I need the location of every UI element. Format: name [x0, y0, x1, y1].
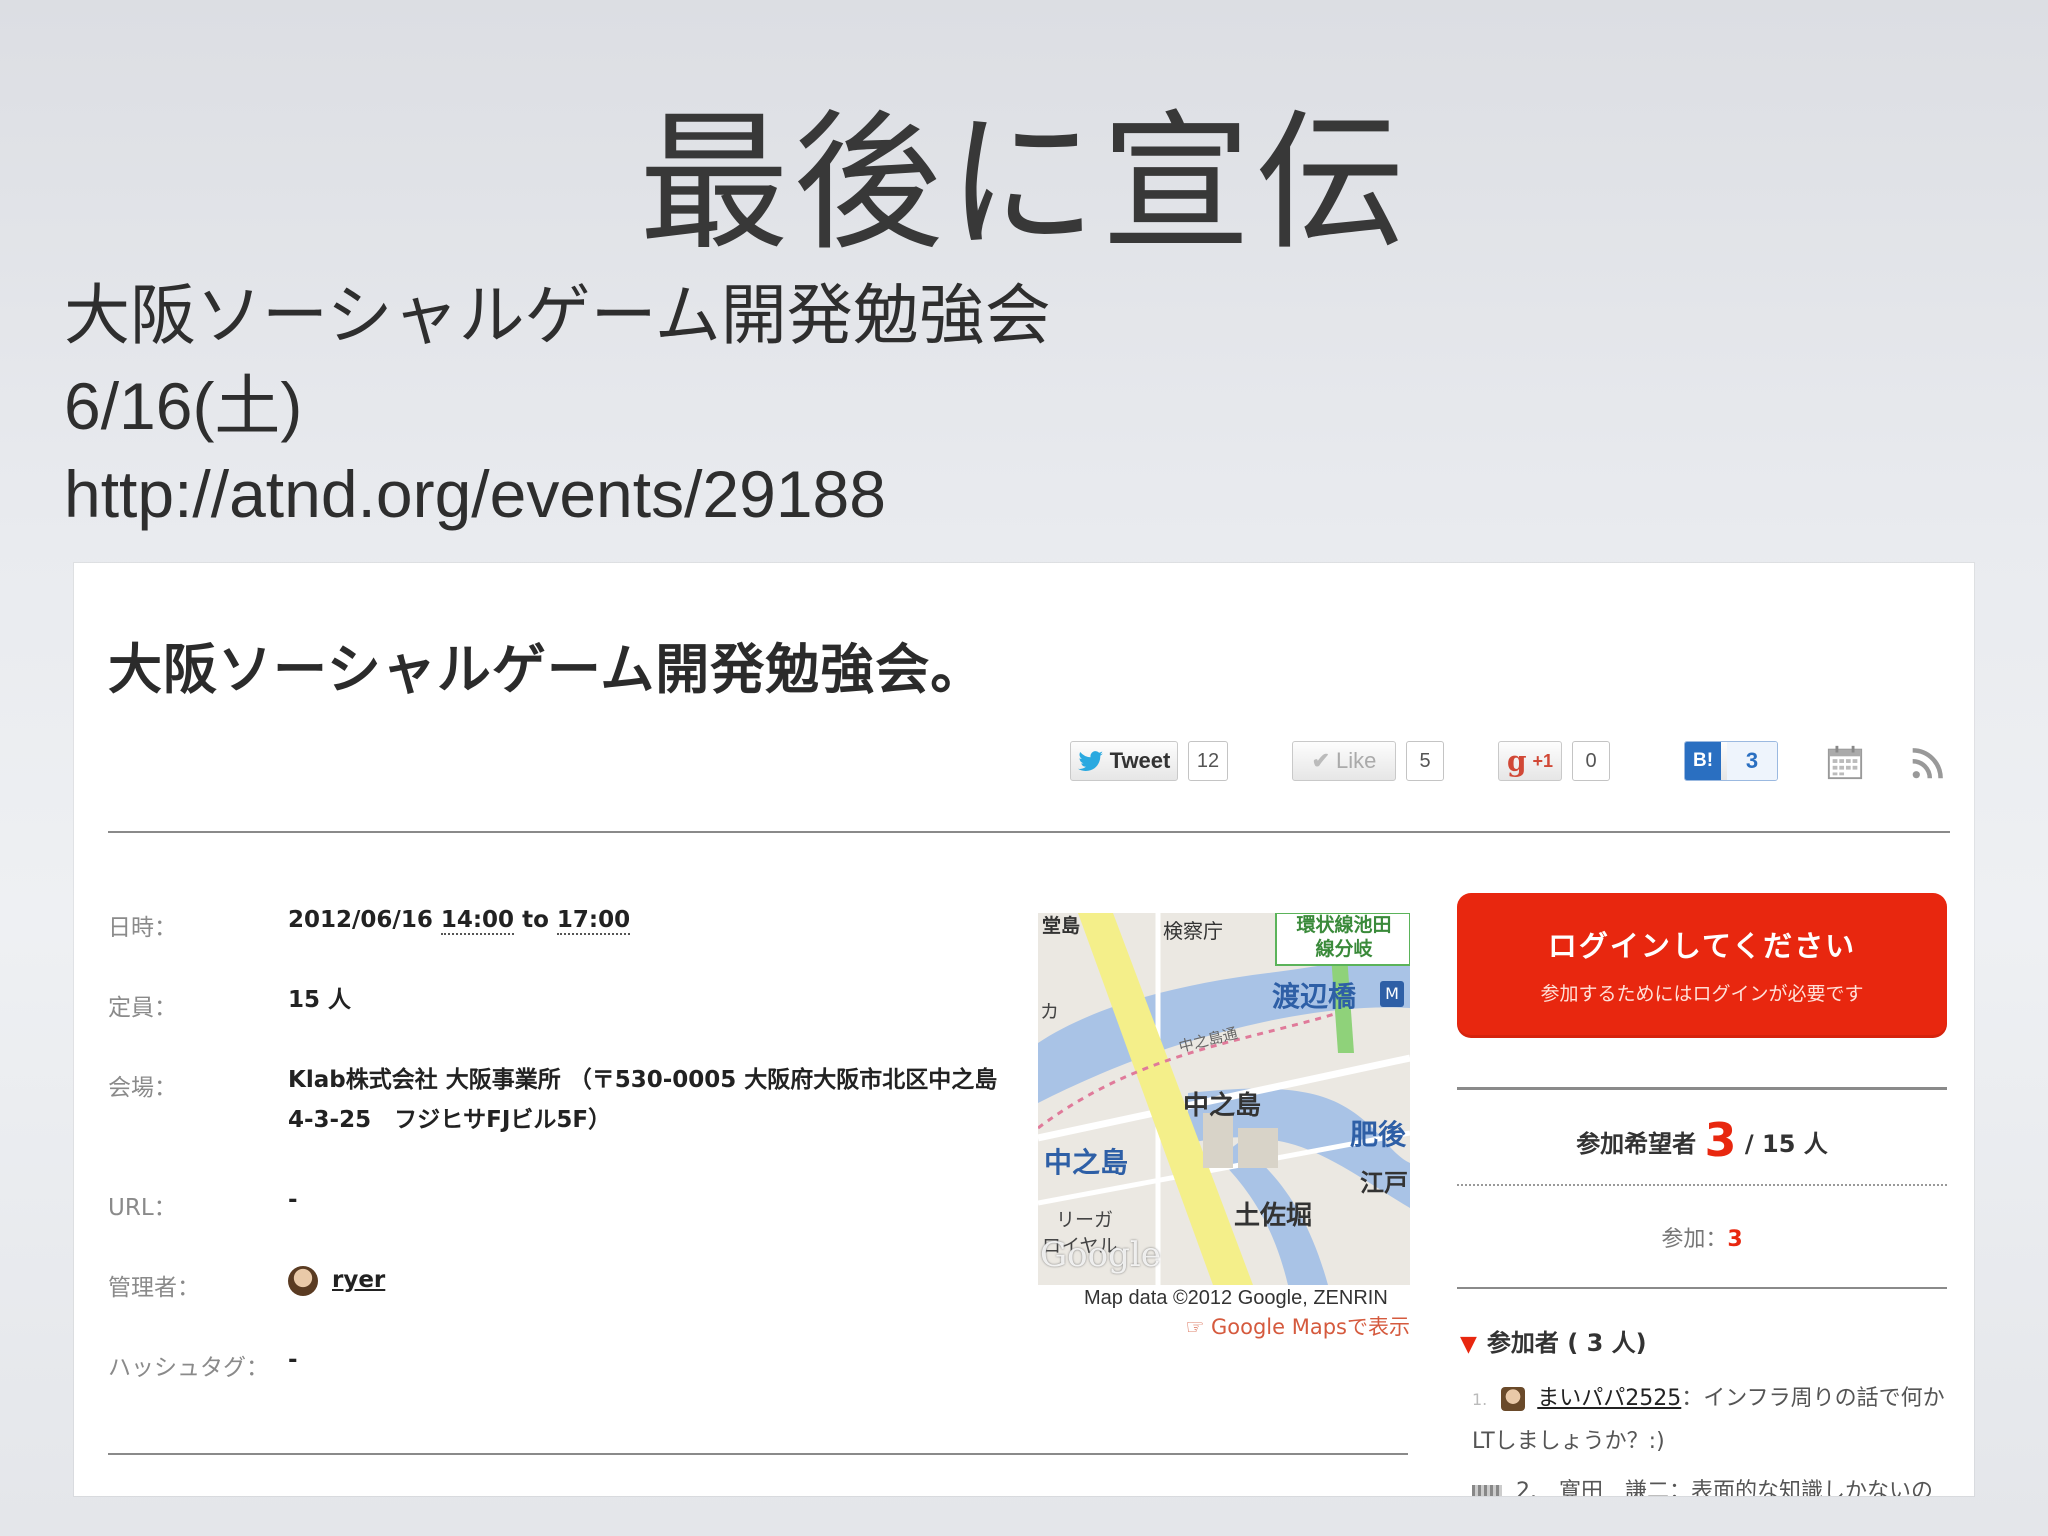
joined-count: 参加：3	[1457, 1221, 1947, 1253]
tweet-count: 12	[1188, 741, 1228, 781]
joined-label: 参加：	[1661, 1227, 1728, 1252]
tweet-button[interactable]: Tweet	[1070, 741, 1178, 781]
metro-station-icon: M	[1380, 981, 1404, 1007]
wish-label: 参加希望者	[1576, 1130, 1697, 1158]
header-divider	[108, 831, 1950, 833]
map-data-credit: Map data ©2012 Google, ZENRIN	[1084, 1287, 1388, 1309]
attendee-name-link[interactable]: まいパパ2525	[1537, 1386, 1681, 1411]
hatena-bookmark-button[interactable]: B! 3	[1684, 741, 1778, 781]
hashtag-value: -	[288, 1347, 298, 1373]
footer-divider	[108, 1453, 1408, 1455]
map-label-watanabebashi: 渡辺橋	[1272, 980, 1357, 1013]
list-item: 2. 寛田 謙二：表面的な知識しかないの	[1472, 1473, 1933, 1496]
twitter-bird-icon	[1077, 751, 1103, 771]
slide-event-url[interactable]: http://atnd.org/events/29188	[64, 450, 1051, 538]
google-plusone-button[interactable]: g +1	[1498, 741, 1562, 781]
tweet-label: Tweet	[1109, 748, 1171, 773]
avatar[interactable]	[1501, 1387, 1526, 1411]
attendees-header-label: 参加者 ( 3 人)	[1486, 1329, 1647, 1357]
map-label-dojima: 堂島	[1042, 915, 1081, 937]
attendee-2-text: 2. 寛田 謙二：表面的な知識しかないの	[1516, 1479, 1933, 1496]
list-item: 1. まいパパ2525：インフラ周りの話で何かLTしましょうか？:)	[1472, 1378, 1952, 1463]
map-label-edo: 江戸	[1360, 1169, 1408, 1197]
sidebar-divider-1	[1457, 1087, 1947, 1090]
calendar-icon[interactable]	[1826, 743, 1864, 781]
to-word: to	[522, 907, 549, 933]
url-label: URL：	[108, 1195, 177, 1221]
map-label-loop-line-1: 環状線池田	[1296, 914, 1392, 936]
map[interactable]: 堂島 検察庁 環状線池田 線分岐 渡辺橋 M 中之島通 中之島 中之島 肥後 江…	[1038, 913, 1410, 1285]
start-time: 14:00	[440, 907, 515, 935]
attendee-number: 1.	[1472, 1390, 1488, 1409]
venue-value: Klab株式会社 大阪事業所 （〒530-0005 大阪府大阪市北区中之島 4-…	[288, 1060, 997, 1140]
like-button[interactable]: ✔ Like	[1292, 741, 1396, 781]
login-button[interactable]: ログインしてください 参加するためにはログインが必要です	[1457, 893, 1947, 1038]
slide-event-date: 6/16(土)	[64, 369, 303, 443]
admin-label: 管理者：	[108, 1275, 200, 1301]
venue-line-1: Klab株式会社 大阪事業所 （〒530-0005 大阪府大阪市北区中之島	[288, 1067, 998, 1093]
slide-event-name: 大阪ソーシャルゲーム開発勉強会	[64, 277, 1051, 354]
date-label: 日時：	[108, 915, 177, 941]
map-label-nakanoshima: 中之島	[1183, 1091, 1262, 1121]
slide-subtitle: 大阪ソーシャルゲーム開発勉強会 6/16(土) http://atnd.org/…	[64, 270, 1051, 538]
map-label-prosecutor: 検察庁	[1163, 919, 1223, 943]
map-label-higo: 肥後	[1350, 1118, 1407, 1151]
sidebar-divider-2	[1457, 1287, 1947, 1289]
joined-count-number: 3	[1727, 1227, 1743, 1252]
plusone-label: +1	[1532, 750, 1554, 771]
admin-name-link[interactable]: ryer	[332, 1267, 385, 1293]
hatena-count: 3	[1727, 742, 1777, 780]
login-main-label: ログインしてください	[1547, 929, 1857, 963]
rss-icon[interactable]	[1910, 745, 1946, 781]
login-sub-label: 参加するためにはログインが必要です	[1540, 983, 1864, 1005]
wish-capacity: / 15 人	[1744, 1130, 1828, 1158]
google-maps-link[interactable]: ☞ Google Mapsで表示	[1038, 1311, 1411, 1341]
google-g-icon: g	[1506, 744, 1527, 778]
like-label: Like	[1336, 748, 1377, 773]
date-text: 2012/06/16	[288, 907, 433, 933]
admin-value: ryer	[288, 1260, 385, 1300]
wish-count: 参加希望者 3 / 15 人	[1457, 1113, 1947, 1167]
avatar[interactable]	[1472, 1485, 1502, 1496]
like-count: 5	[1406, 741, 1444, 781]
check-icon: ✔	[1311, 748, 1331, 773]
map-label-nakanoshima-station: 中之島	[1044, 1146, 1129, 1179]
venue-line-2: 4-3-25 フジヒサFJビル5F）	[288, 1107, 612, 1133]
map-label-loop-line: 環状線池田 線分岐	[1280, 913, 1408, 961]
google-logo: Google	[1040, 1235, 1161, 1275]
date-value: 2012/06/16 14:00 to 17:00	[288, 900, 631, 940]
map-label-ka: カ	[1040, 1001, 1060, 1023]
attendees-header[interactable]: ▼ 参加者 ( 3 人)	[1460, 1323, 1647, 1358]
map-label-riga: リーガ	[1056, 1209, 1114, 1231]
capacity-label: 定員：	[108, 995, 177, 1021]
url-value: -	[288, 1187, 298, 1213]
venue-label: 会場：	[108, 1075, 177, 1101]
map-label-tosabori: 土佐堀	[1234, 1201, 1313, 1231]
event-page-screenshot: 大阪ソーシャルゲーム開発勉強会。 Tweet 12 ✔ Like 5 g +1 …	[74, 563, 1974, 1496]
end-time: 17:00	[556, 907, 631, 935]
avatar[interactable]	[288, 1265, 318, 1296]
event-title: 大阪ソーシャルゲーム開発勉強会。	[108, 638, 986, 701]
slide-title: 最後に宣伝	[638, 97, 1409, 271]
hashtag-label: ハッシュタグ：	[108, 1355, 269, 1381]
wish-count-number: 3	[1704, 1113, 1737, 1167]
map-label-loop-line-2: 線分岐	[1315, 938, 1373, 960]
triangle-down-icon: ▼	[1460, 1332, 1477, 1357]
sidebar-dotted-divider	[1457, 1184, 1947, 1186]
capacity-value: 15 人	[288, 987, 352, 1013]
hatena-b-icon: B!	[1685, 742, 1721, 780]
plusone-count: 0	[1572, 741, 1610, 781]
